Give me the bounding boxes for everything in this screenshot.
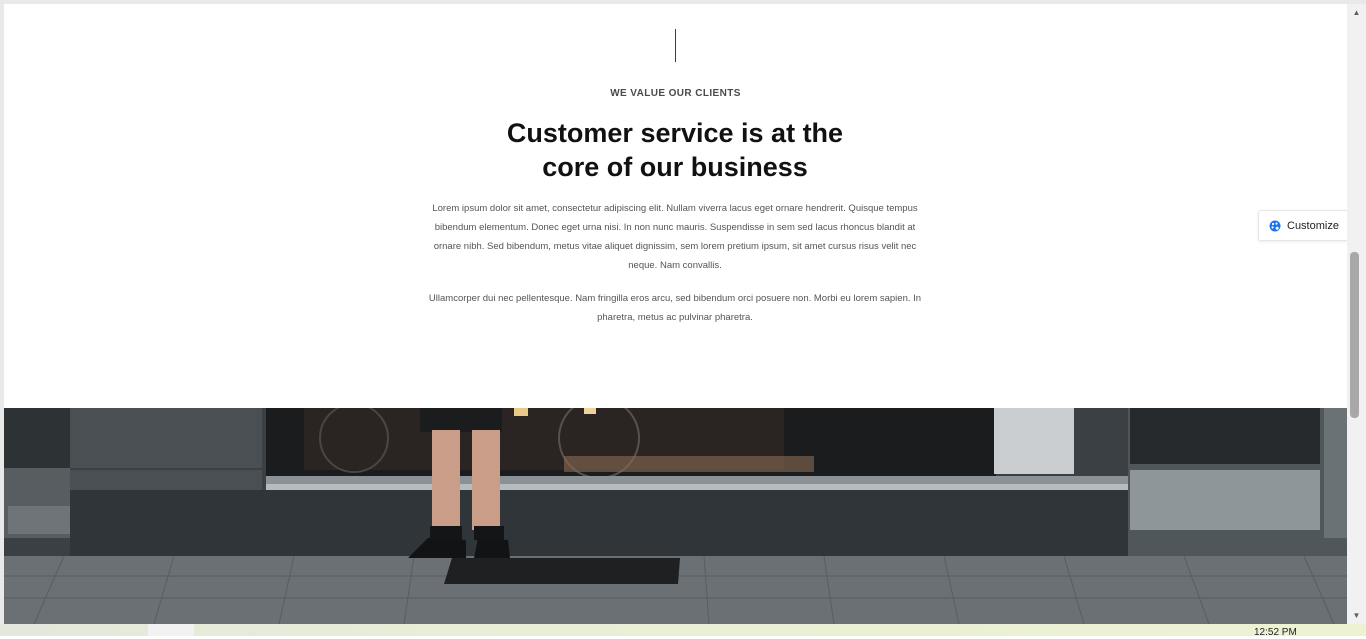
section-eyebrow: WE VALUE OUR CLIENTS — [610, 88, 741, 99]
taskbar: 12:52 PM — [0, 624, 1366, 639]
scrollbar-thumb[interactable] — [1350, 252, 1359, 418]
body-paragraph-2: Ullamcorper dui nec pellentesque. Nam fr… — [428, 293, 922, 323]
storefront-illustration — [4, 408, 1347, 624]
page-viewport: WE VALUE OUR CLIENTS Customer service is… — [4, 4, 1347, 624]
taskbar-item[interactable] — [148, 624, 194, 636]
scroll-down-icon[interactable]: ▼ — [1347, 607, 1366, 624]
accent-divider — [675, 29, 676, 62]
vertical-scrollbar[interactable]: ▲ ▼ — [1347, 4, 1366, 624]
palette-icon — [1269, 220, 1281, 232]
section-headline: Customer service is at the core of our b… — [425, 116, 925, 184]
headline-line-1: Customer service is at the — [506, 118, 844, 148]
customize-label: Customize — [1287, 219, 1339, 232]
headline-line-2: core of our business — [542, 152, 808, 182]
scroll-up-icon[interactable]: ▲ — [1347, 4, 1366, 21]
customize-button[interactable]: Customize — [1258, 210, 1347, 241]
body-paragraph-1: Lorem ipsum dolor sit amet, consectetur … — [432, 203, 918, 271]
storefront-photo — [4, 408, 1347, 624]
taskbar-clock[interactable]: 12:52 PM — [1254, 627, 1297, 639]
